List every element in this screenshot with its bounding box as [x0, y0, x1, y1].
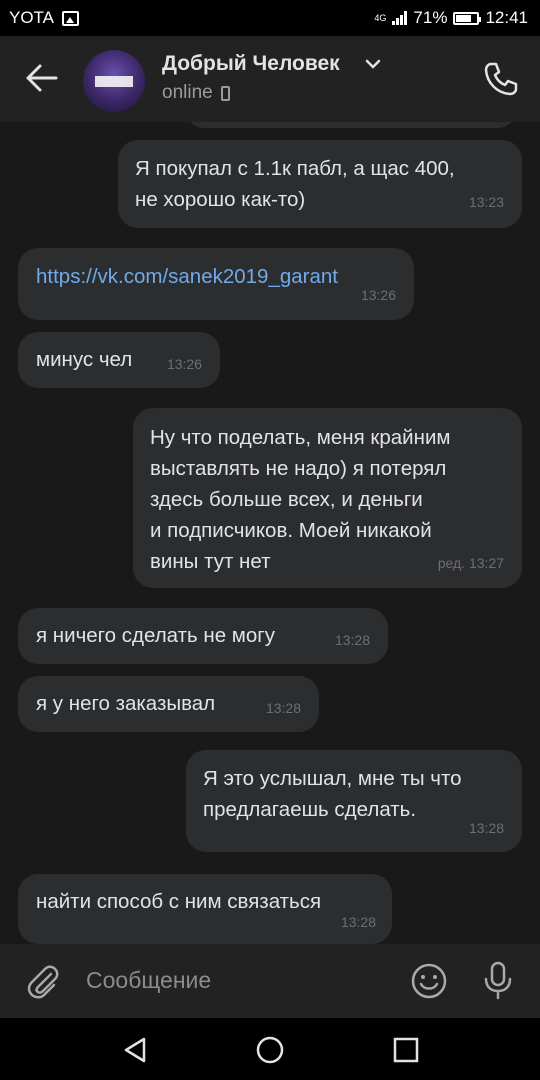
message-text: минус чел	[36, 348, 133, 371]
contact-name[interactable]: Добрый Человек	[162, 52, 340, 76]
message-time: 13:28	[265, 700, 301, 716]
chevron-down-icon[interactable]	[365, 58, 381, 70]
network-type: 4G	[374, 13, 387, 23]
clock: 12:41	[485, 8, 528, 27]
message-bubble-partial	[186, 122, 516, 128]
message-text: я у него заказывал	[36, 692, 216, 715]
message-bubble-incoming[interactable]: найти способ с ним связаться 13:28	[18, 874, 392, 944]
message-text: здесь больше всех, и деньги	[150, 488, 423, 511]
message-bubble-outgoing[interactable]: Я это услышал, мне ты что предлагаешь сд…	[186, 750, 522, 852]
carrier-name: YOTA	[9, 8, 55, 27]
microphone-icon[interactable]	[480, 960, 516, 1000]
message-text: вины тут нет	[150, 550, 271, 573]
status-bar-left: YOTA	[9, 8, 80, 28]
message-time: 13:28	[334, 632, 370, 648]
message-time: 13:26	[166, 356, 202, 372]
back-arrow-icon[interactable]	[24, 62, 60, 94]
message-time: 13:23	[468, 194, 504, 210]
paperclip-icon[interactable]	[24, 962, 62, 1000]
message-bubble-incoming[interactable]: я у него заказывал 13:28	[18, 676, 319, 732]
message-bubble-incoming[interactable]: https://vk.com/sanek2019_garant 13:26	[18, 248, 414, 320]
message-text: Я покупал с 1.1к пабл, а щас 400,	[135, 157, 455, 180]
message-input[interactable]: Сообщение	[86, 967, 211, 994]
emoji-icon[interactable]	[410, 962, 448, 1000]
system-navigation-bar	[0, 1018, 540, 1080]
message-time: ред. 13:27	[437, 555, 504, 571]
avatar-logo	[95, 76, 133, 87]
battery-icon	[453, 11, 482, 25]
message-text: не хорошо как-то)	[135, 188, 306, 211]
message-text: предлагаешь сделать.	[203, 798, 417, 821]
presence-label: online	[162, 82, 213, 103]
message-link[interactable]: https://vk.com/sanek2019_garant	[36, 261, 338, 292]
message-time: 13:26	[360, 287, 396, 303]
message-text: Ну что поделать, меня крайним	[150, 426, 451, 449]
chat-header: Добрый Человек online	[0, 36, 540, 122]
signal-icon	[392, 11, 408, 25]
message-list[interactable]: Я покупал с 1.1к пабл, а щас 400, не хор…	[0, 122, 540, 944]
phone-call-icon[interactable]	[482, 60, 520, 98]
message-bubble-outgoing[interactable]: Я покупал с 1.1к пабл, а щас 400, не хор…	[118, 140, 522, 228]
message-text: найти способ с ним связаться	[36, 890, 322, 913]
message-text: я ничего сделать не могу	[36, 624, 276, 647]
message-time: 13:28	[340, 914, 376, 930]
message-bubble-incoming[interactable]: я ничего сделать не могу 13:28	[18, 608, 388, 664]
nav-home-icon[interactable]	[255, 1035, 285, 1065]
message-bubble-incoming[interactable]: минус чел 13:26	[18, 332, 220, 388]
message-bubble-outgoing[interactable]: Ну что поделать, меня крайним выставлять…	[133, 408, 522, 588]
gallery-notification-icon	[62, 10, 80, 26]
presence-status: online	[162, 82, 230, 104]
contact-avatar[interactable]	[83, 50, 145, 112]
message-text: выставлять не надо) я потерял	[150, 457, 447, 480]
nav-back-icon[interactable]	[120, 1034, 152, 1066]
message-time: 13:28	[468, 820, 504, 836]
message-text: Я это услышал, мне ты что	[203, 767, 462, 790]
message-text: и подписчиков. Моей никакой	[150, 519, 432, 542]
mobile-device-icon	[220, 85, 230, 101]
status-bar: YOTA 4G 71% 12:41	[0, 0, 540, 36]
message-composer: Сообщение	[0, 944, 540, 1018]
nav-recents-icon[interactable]	[392, 1036, 420, 1064]
battery-percent: 71%	[413, 8, 448, 27]
status-bar-right: 4G 71% 12:41	[374, 8, 528, 28]
